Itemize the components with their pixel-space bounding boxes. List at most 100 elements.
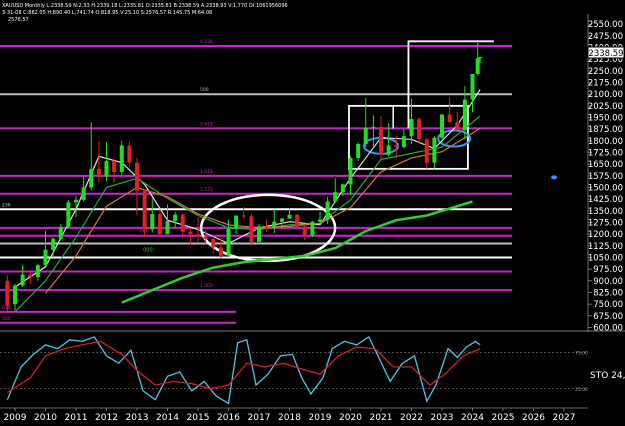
candle-body: [295, 214, 300, 227]
header-line-2: 3-31-08 C:882.05 H:890.40 L:741.74 O:818…: [2, 10, 212, 16]
candle-body: [333, 192, 338, 202]
level-label: 2.618: [200, 121, 213, 127]
candle-body: [394, 145, 399, 148]
osc-tick-label: 75.00: [575, 350, 588, 356]
candle-body: [462, 99, 467, 130]
candle-body: [81, 187, 86, 200]
chart-window: XAUUSD Monthly L:2338.59 N:2.33 H:2339.1…: [0, 0, 625, 423]
candle-body: [218, 247, 223, 256]
candle-body: [356, 143, 361, 158]
time-tick-label: 2017: [248, 413, 271, 422]
time-tick-label: 2009: [4, 413, 27, 422]
candle-body: [74, 199, 78, 203]
candle-body: [257, 226, 261, 242]
candle-body: [119, 145, 124, 172]
candle-body: [432, 137, 437, 163]
candle-body: [310, 221, 315, 235]
candle-body: [264, 226, 269, 228]
price-tick-label: 1500.00: [588, 183, 623, 193]
candle-body: [51, 238, 56, 250]
last-price-label: 2338.59: [588, 49, 623, 59]
candle-body: [196, 234, 200, 237]
candle-body: [340, 184, 345, 193]
time-tick-label: 2022: [400, 413, 423, 422]
price-tick-label: 2250.00: [588, 67, 623, 77]
price-tick-label: 1200.00: [588, 230, 623, 240]
candle-body: [157, 213, 162, 235]
time-tick-label: 2011: [65, 413, 88, 422]
candle-body: [475, 58, 480, 74]
time-tick-label: 2025: [492, 413, 515, 422]
candle-body: [5, 280, 10, 306]
candle-body: [287, 214, 292, 219]
time-tick-label: 2019: [309, 413, 332, 422]
candle-body: [180, 214, 185, 232]
candle-body: [302, 226, 307, 235]
candle-body: [28, 274, 33, 277]
short-level-label: 500: [2, 316, 11, 322]
candle-body: [173, 214, 178, 221]
candle-body: [127, 145, 132, 163]
price-tick-label: 600.00: [593, 323, 623, 333]
osc-tick-label: 25.00: [575, 387, 588, 393]
time-tick-label: 2026: [522, 413, 545, 422]
candle-body: [188, 231, 193, 235]
time-tick-label: 2014: [156, 413, 179, 422]
candle-body: [272, 221, 277, 228]
oscillator-label: STO 24,: [590, 371, 625, 381]
header-line-1: XAUUSD Monthly L:2338.59 N:2.33 H:2339.1…: [2, 3, 288, 9]
time-tick-label: 2010: [34, 413, 57, 422]
candle-body: [325, 201, 330, 220]
candle-body: [66, 202, 71, 228]
level-label: 1.272: [200, 187, 213, 193]
candle-body: [96, 168, 101, 177]
time-tick-label: 2018: [278, 413, 301, 422]
level-label: 1.000: [200, 283, 213, 289]
candle-body: [211, 238, 216, 248]
annotation-000: 000: [143, 247, 153, 253]
time-tick-label: 2027: [553, 413, 576, 422]
price-tick-label: 1950.00: [588, 114, 623, 124]
price-tick-label: 1650.00: [588, 160, 623, 170]
candle-body: [20, 274, 25, 286]
candle-body: [135, 162, 139, 191]
candle-body: [165, 220, 170, 235]
candle-body: [142, 190, 147, 230]
price-tick-label: 1050.00: [588, 253, 623, 263]
price-tick-label: 825.00: [593, 288, 623, 298]
candle-body: [13, 285, 17, 305]
time-tick-label: 2021: [370, 413, 393, 422]
time-tick-label: 2015: [187, 413, 210, 422]
price-tick-label: 1875.00: [588, 125, 623, 135]
candle-body: [386, 145, 391, 155]
time-tick-label: 2013: [126, 413, 149, 422]
candle-body: [43, 249, 48, 266]
price-tick-label: 2175.00: [588, 79, 623, 89]
candle-body: [371, 126, 376, 128]
candle-body: [379, 126, 383, 155]
price-tick-label: 2475.00: [588, 32, 623, 42]
price-tick-label: 1575.00: [588, 172, 623, 182]
candle-body: [348, 157, 353, 185]
price-tick-label: 2025.00: [588, 102, 623, 112]
blue-dot-marker: [551, 175, 557, 180]
candle-body: [401, 136, 406, 148]
candle-body: [241, 215, 246, 217]
candle-body: [417, 119, 422, 140]
candle-body: [112, 161, 117, 172]
time-tick-label: 2024: [461, 413, 484, 422]
candle-body: [318, 219, 322, 222]
candle-body: [440, 114, 444, 138]
level-label: 4.236: [200, 39, 213, 45]
time-tick-label: 2012: [95, 413, 118, 422]
candle-body: [203, 236, 208, 239]
candle-body: [104, 161, 109, 177]
candle-body: [249, 216, 254, 242]
candle-body: [409, 119, 414, 137]
candle-body: [89, 168, 94, 188]
candle-body: [226, 228, 231, 256]
level-label: 500: [200, 87, 209, 93]
price-tick-label: 1425.00: [588, 195, 623, 205]
candle-body: [455, 122, 460, 130]
price-tick-label: 2550.00: [588, 20, 623, 30]
